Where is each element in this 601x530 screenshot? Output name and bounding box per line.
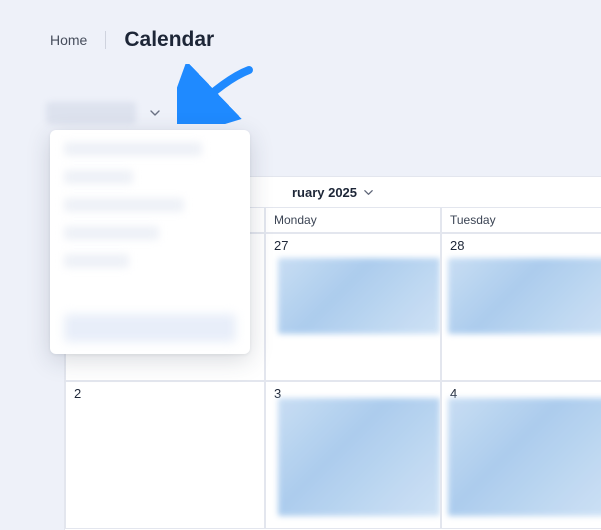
calendar-cell[interactable]: 28 xyxy=(441,233,601,381)
breadcrumb: Home Calendar xyxy=(0,0,601,52)
chevron-down-icon xyxy=(146,104,164,122)
breadcrumb-separator xyxy=(105,31,106,49)
chevron-down-icon xyxy=(363,187,374,198)
annotation-arrow xyxy=(177,64,261,124)
filter-dropdown[interactable] xyxy=(50,130,250,354)
calendar-event[interactable] xyxy=(278,398,440,516)
dropdown-item[interactable] xyxy=(64,170,133,184)
calendar-cell[interactable]: 27 xyxy=(265,233,441,381)
dropdown-footer[interactable] xyxy=(64,314,236,342)
calendar-cell[interactable]: 2 xyxy=(65,381,265,529)
calendar-event[interactable] xyxy=(448,258,601,334)
calendar-day-number: 27 xyxy=(274,238,288,253)
dropdown-item[interactable] xyxy=(64,142,202,156)
calendar-event[interactable] xyxy=(448,398,601,516)
filter-trigger[interactable] xyxy=(46,102,164,124)
calendar-column-header: Tuesday xyxy=(441,207,601,233)
calendar-day-number: 28 xyxy=(450,238,464,253)
calendar-event[interactable] xyxy=(278,258,440,334)
calendar-cell[interactable]: 3 xyxy=(265,381,441,529)
calendar-month-label: ruary 2025 xyxy=(292,185,357,200)
calendar-column-header: Monday xyxy=(265,207,441,233)
page-title: Calendar xyxy=(124,28,214,52)
dropdown-item[interactable] xyxy=(64,198,184,212)
dropdown-item[interactable] xyxy=(64,226,159,240)
filter-label xyxy=(46,102,136,124)
breadcrumb-home[interactable]: Home xyxy=(50,32,87,48)
calendar-day-number: 2 xyxy=(74,386,81,401)
dropdown-item[interactable] xyxy=(64,254,129,268)
calendar-cell[interactable]: 4 xyxy=(441,381,601,529)
